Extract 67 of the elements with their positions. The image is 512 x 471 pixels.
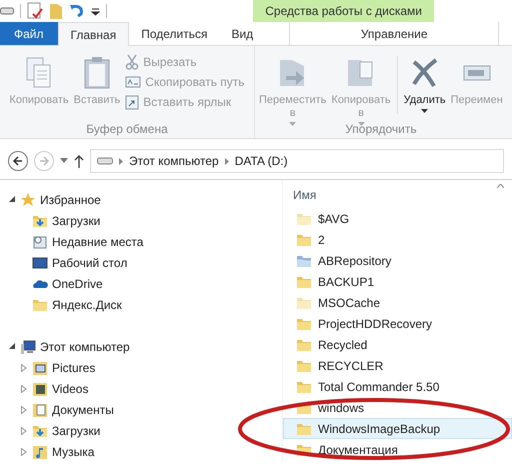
path-icon: [125, 75, 142, 89]
recent-locations-icon[interactable]: [60, 158, 68, 164]
computer-icon: [20, 338, 36, 354]
drive-icon[interactable]: [0, 6, 14, 16]
videos-folder-icon: [32, 380, 48, 396]
dropdown-icon[interactable]: [91, 6, 100, 16]
nav-item[interactable]: OneDrive: [0, 273, 282, 294]
address-bar[interactable]: Этот компьютер DATA (D:): [90, 149, 504, 173]
nav-item[interactable]: Избранное: [0, 189, 282, 210]
nav-item[interactable]: Недавние места: [0, 231, 282, 252]
pictures-folder-icon: [32, 360, 48, 376]
back-arrow-icon: [12, 155, 24, 167]
file-row[interactable]: Recycled: [283, 334, 512, 355]
breadcrumb[interactable]: Этот компьютер: [129, 154, 219, 168]
ribbon-tab[interactable]: Вид: [219, 22, 266, 45]
undo-icon[interactable]: [69, 3, 85, 19]
group-label: Буфер обмена: [86, 122, 168, 136]
back-button[interactable]: [8, 151, 28, 171]
file-row[interactable]: $AVG: [283, 208, 512, 229]
file-row[interactable]: ProjectHDDRecovery: [283, 313, 512, 334]
chevron-icon[interactable]: [119, 158, 123, 164]
nav-item[interactable]: Яндекс.Диск: [0, 294, 282, 315]
file-tab[interactable]: Файл: [0, 22, 58, 45]
nav-item[interactable]: Загрузки: [0, 420, 282, 441]
nav-item[interactable]: Этот компьютер: [0, 336, 282, 357]
nav-item[interactable]: Pictures: [0, 357, 282, 378]
file-row[interactable]: BACKUP1: [283, 271, 512, 292]
file-row[interactable]: windows: [283, 397, 512, 418]
properties-icon[interactable]: [27, 2, 43, 20]
documents-folder-icon: [32, 402, 48, 418]
collapsed-icon: [21, 448, 27, 456]
up-arrow-icon[interactable]: [74, 154, 84, 168]
recent-places-icon: [32, 234, 48, 250]
file-row[interactable]: MSOCache: [283, 292, 512, 313]
nav-item[interactable]: Videos: [0, 378, 282, 399]
collapsed-icon: [21, 364, 27, 372]
file-row[interactable]: ABRepository: [283, 250, 512, 271]
music-folder-icon: [32, 444, 48, 460]
context-tab-group-title: Средства работы с дисками: [253, 0, 434, 22]
file-row[interactable]: Total Commander 5.50: [283, 376, 512, 397]
forward-arrow-icon: [38, 155, 50, 167]
ribbon-tab[interactable]: Главная: [58, 22, 130, 46]
column-header[interactable]: Имя: [293, 188, 316, 202]
nav-item[interactable]: Рабочий стол: [0, 252, 282, 273]
desktop-icon: [32, 254, 48, 270]
collapsed-icon: [21, 406, 27, 414]
file-row[interactable]: WindowsImageBackup: [283, 418, 512, 439]
drive-icon: [97, 156, 113, 166]
file-row[interactable]: Документация: [283, 439, 512, 460]
ribbon-button[interactable]: Удалить: [402, 50, 448, 113]
ribbon-tab[interactable]: Управление: [289, 22, 500, 45]
nav-item[interactable]: Музыка: [0, 441, 282, 462]
scissors-icon: [125, 54, 140, 70]
nav-item[interactable]: Документы: [0, 399, 282, 420]
file-row[interactable]: 2: [283, 229, 512, 250]
breadcrumb[interactable]: DATA (D:): [234, 154, 288, 168]
file-row[interactable]: RECYCLER: [283, 355, 512, 376]
expanded-icon: [8, 343, 16, 350]
collapsed-icon: [21, 384, 27, 392]
collapsed-icon: [21, 426, 27, 434]
ribbon-tab[interactable]: Поделиться: [129, 22, 220, 45]
chevron-icon[interactable]: [224, 158, 229, 164]
nav-item[interactable]: Загрузки: [0, 210, 282, 231]
star-icon: [20, 192, 36, 208]
expanded-icon: [8, 196, 16, 203]
clipboard-icon: [82, 56, 112, 90]
shortcut-icon: [125, 94, 140, 110]
